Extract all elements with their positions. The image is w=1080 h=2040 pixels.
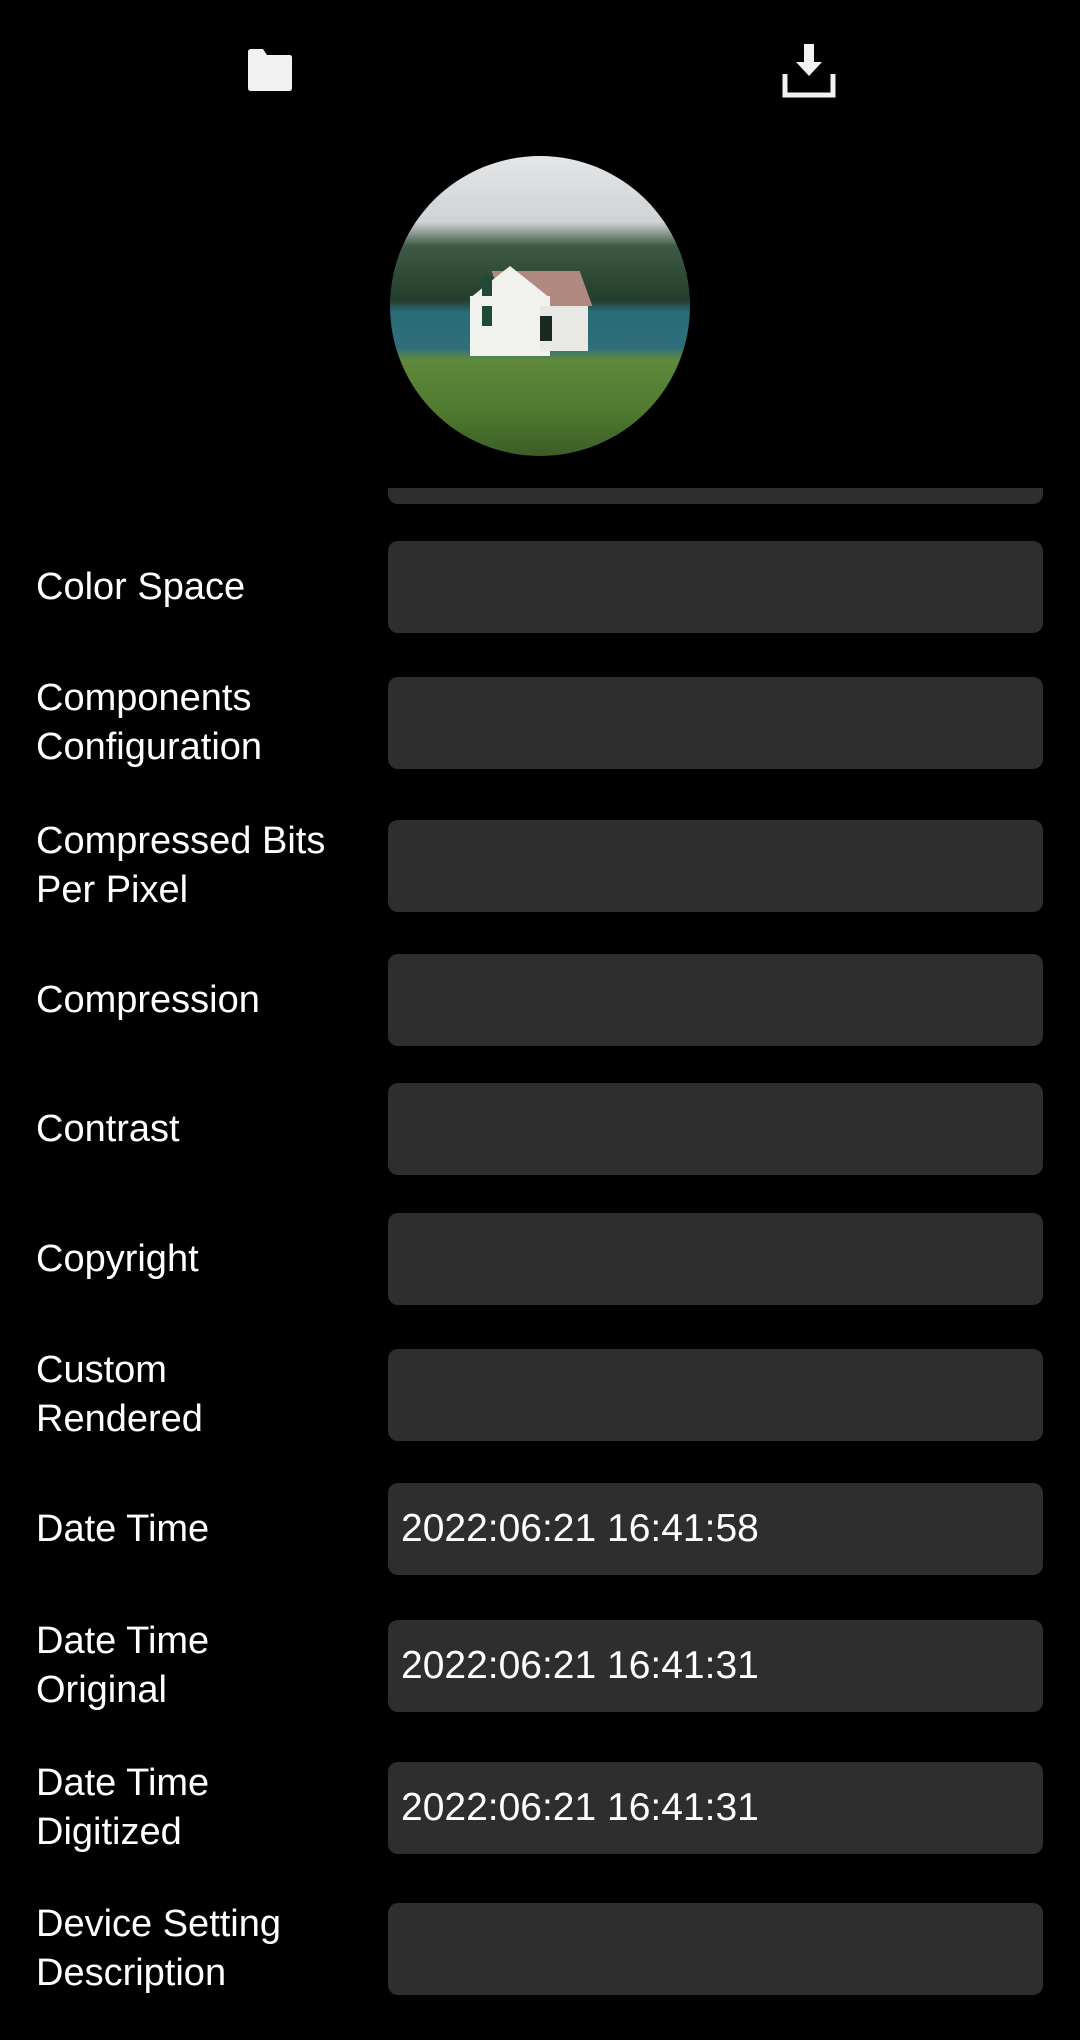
input-device-setting-description[interactable] [388,1903,1043,1995]
input-custom-rendered[interactable] [388,1349,1043,1441]
label-contrast: Contrast [36,1107,180,1150]
house-door [540,316,552,341]
download-icon [782,44,836,98]
label-copyright: Copyright [36,1237,199,1280]
label-compression: Compression [36,978,260,1021]
input-contrast[interactable] [388,1083,1043,1175]
label-color-space: Color Space [36,566,246,608]
label-custom-rendered: Custom Rendered [36,1349,203,1440]
label-components-configuration: Components Configuration [36,677,263,768]
input-date-time[interactable]: 2022:06:21 16:41:58 [388,1483,1043,1575]
input-copyright[interactable] [388,1213,1043,1305]
label-compressed-bits-per-pixel: Compressed Bits Per Pixel [36,820,326,911]
input-date-time-original[interactable]: 2022:06:21 16:41:31 [388,1620,1043,1712]
house-wall [470,296,550,356]
label-date-time-digitized: Date Time Digitized [36,1762,210,1853]
input-compressed-bits-per-pixel[interactable] [388,820,1043,912]
label-date-time: Date Time [36,1507,210,1550]
previous-field[interactable] [388,488,1043,504]
open-folder-button[interactable] [230,30,310,110]
folder-icon [248,49,292,91]
label-date-time-original: Date Time Original [36,1620,210,1711]
download-button[interactable] [769,30,849,110]
input-color-space[interactable] [388,541,1043,633]
input-compression[interactable] [388,954,1043,1046]
label-device-setting-description: Device Setting Description [36,1903,282,1994]
image-preview[interactable] [390,156,690,456]
input-date-time-digitized[interactable]: 2022:06:21 16:41:31 [388,1762,1043,1854]
house-window [482,306,492,326]
input-components-configuration[interactable] [388,677,1043,769]
house-window [482,276,492,296]
